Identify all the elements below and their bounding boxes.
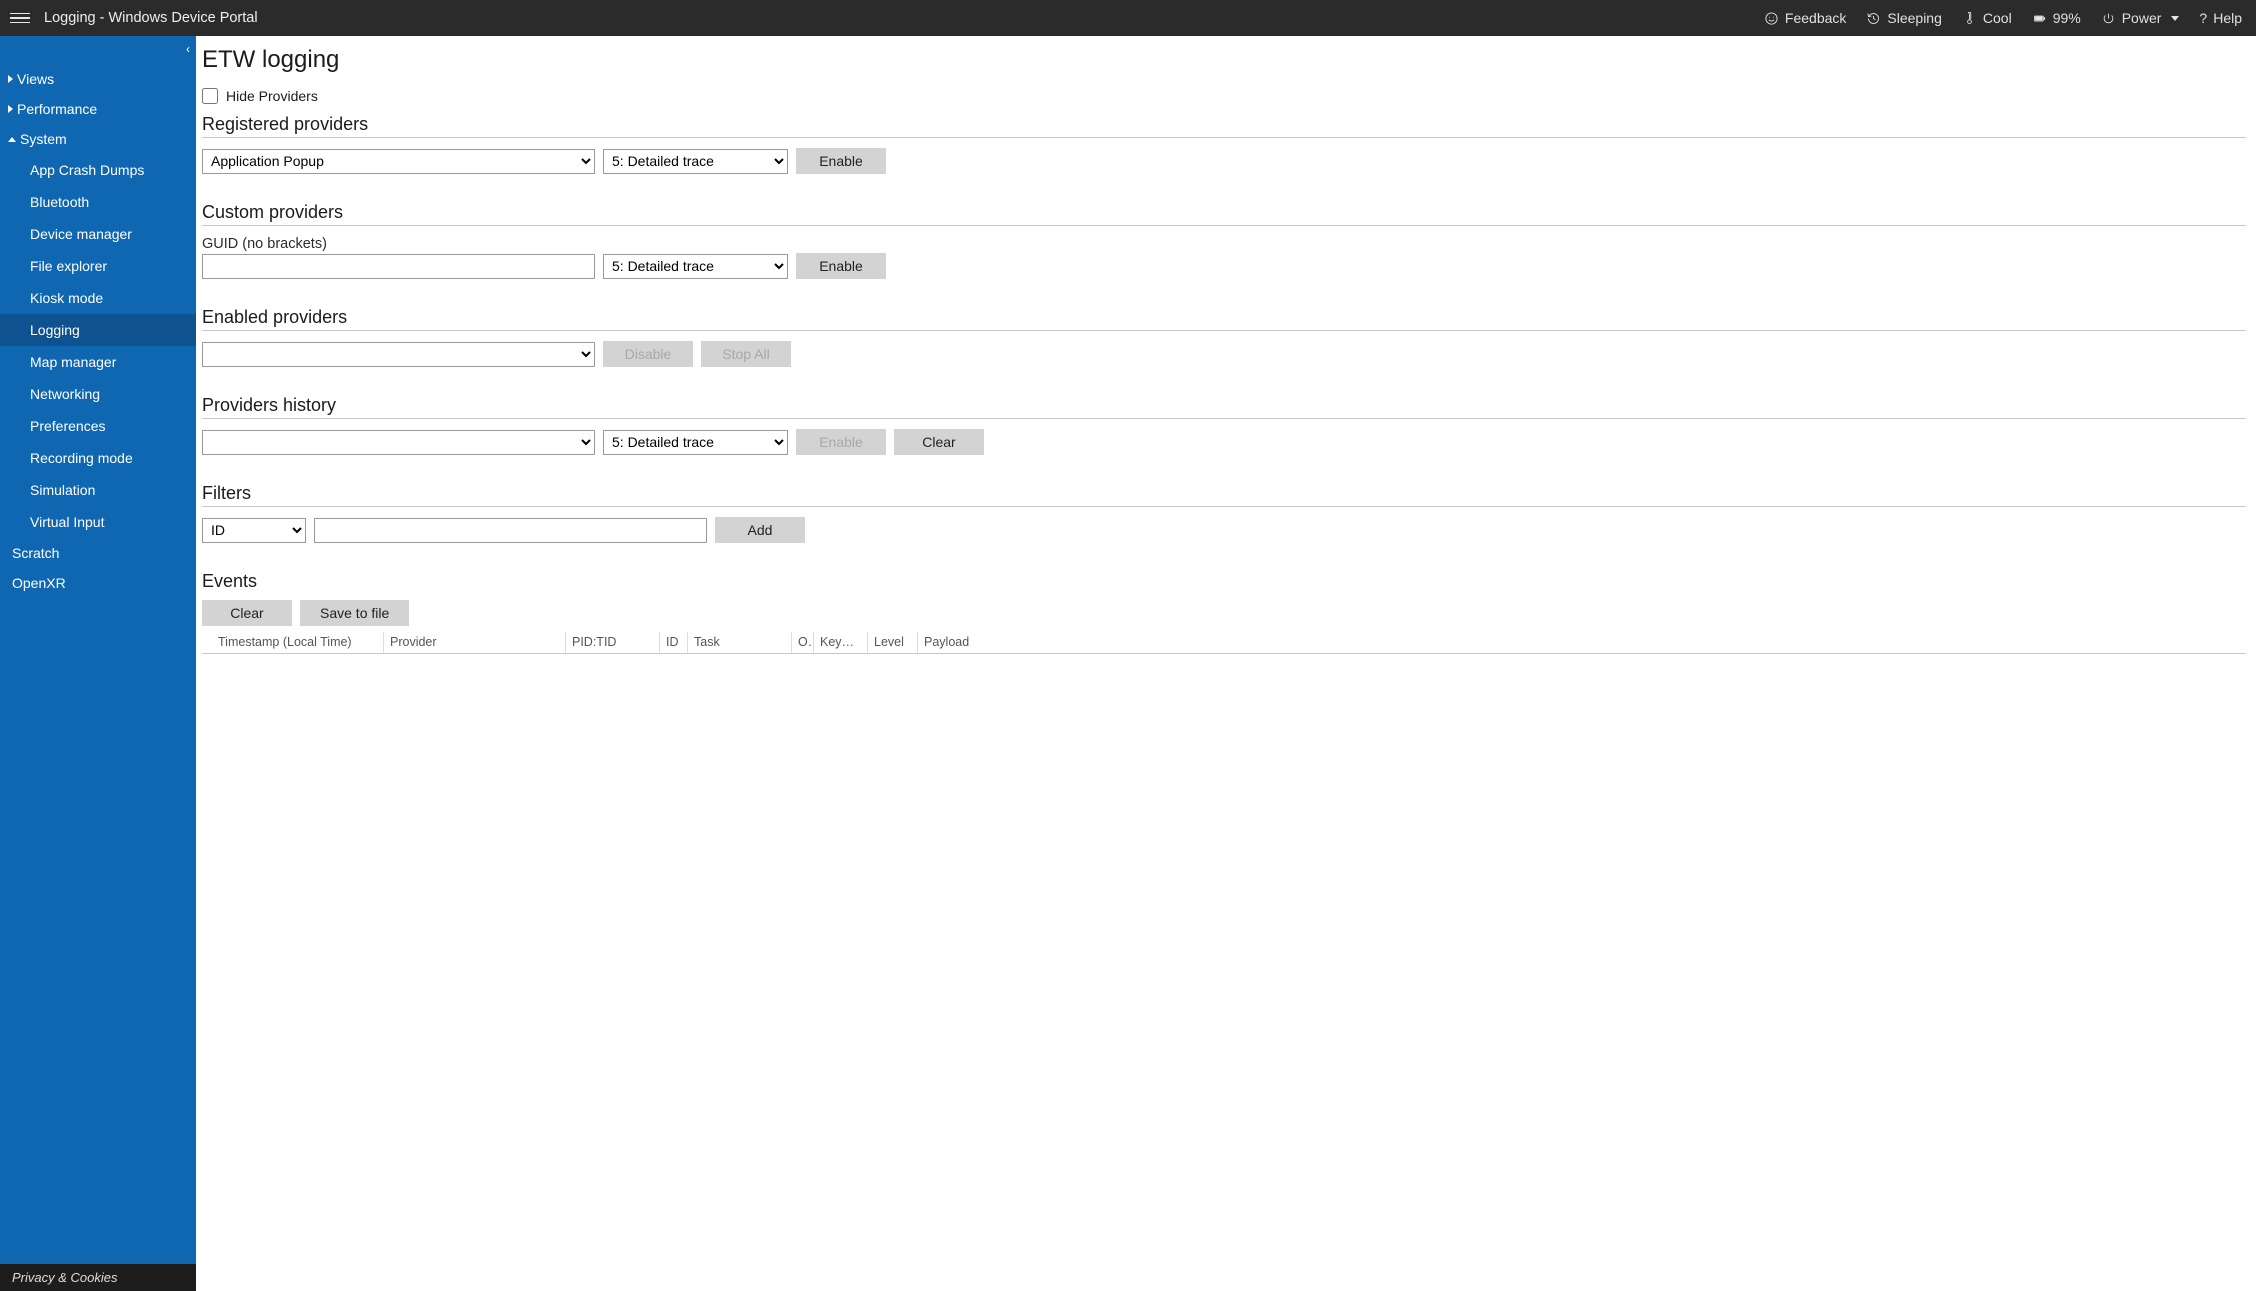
battery-label: 99% (2053, 10, 2081, 26)
filter-field-select[interactable]: ID (202, 518, 306, 543)
divider (202, 225, 2246, 226)
main-content: ETW logging Hide Providers Registered pr… (196, 36, 2256, 1291)
power-label: Power (2122, 10, 2162, 26)
events-table-header: Timestamp (Local Time) Provider PID:TID … (202, 632, 2246, 654)
window-title: Logging - Windows Device Portal (44, 10, 258, 26)
hamburger-icon[interactable] (10, 8, 30, 28)
custom-level-select[interactable]: 5: Detailed trace (603, 254, 788, 279)
nav-item-bluetooth[interactable]: Bluetooth (0, 186, 196, 218)
nav-item-openxr[interactable]: OpenXR (0, 568, 196, 598)
col-timestamp[interactable]: Timestamp (Local Time) (202, 632, 384, 653)
col-keyword[interactable]: Keyword (814, 632, 868, 653)
enabled-disable-button[interactable]: Disable (603, 341, 693, 367)
chevron-up-icon (8, 137, 16, 142)
help-label: Help (2213, 10, 2242, 26)
page-title: ETW logging (202, 46, 2246, 74)
guid-label: GUID (no brackets) (202, 236, 2246, 252)
col-pidtid[interactable]: PID:TID (566, 632, 660, 653)
chevron-right-icon (8, 75, 13, 83)
nav-item-device-manager[interactable]: Device manager (0, 218, 196, 250)
nav-item-app-crash-dumps[interactable]: App Crash Dumps (0, 154, 196, 186)
col-payload[interactable]: Payload (918, 632, 2246, 653)
history-icon (1866, 11, 1881, 26)
nav-item-recording-mode[interactable]: Recording mode (0, 442, 196, 474)
enabled-provider-select[interactable] (202, 342, 595, 367)
nav-item-preferences[interactable]: Preferences (0, 410, 196, 442)
chevron-down-icon (2171, 16, 2179, 21)
nav-item-kiosk-mode[interactable]: Kiosk mode (0, 282, 196, 314)
chevron-right-icon (8, 105, 13, 113)
nav-group-performance[interactable]: Performance (0, 94, 196, 124)
nav-item-map-manager[interactable]: Map manager (0, 346, 196, 378)
nav-item-networking[interactable]: Networking (0, 378, 196, 410)
events-save-button[interactable]: Save to file (300, 600, 409, 626)
divider (202, 418, 2246, 419)
nav-item-scratch[interactable]: Scratch (0, 538, 196, 568)
registered-provider-select[interactable]: Application Popup (202, 149, 595, 174)
thermometer-icon (1962, 11, 1977, 26)
feedback-label: Feedback (1785, 10, 1846, 26)
sleep-status: Sleeping (1866, 10, 1942, 26)
question-icon: ? (2199, 10, 2207, 26)
help-button[interactable]: ? Help (2199, 10, 2242, 26)
battery-icon (2032, 11, 2047, 26)
nav-group-system[interactable]: System (0, 124, 196, 154)
nav-item-simulation[interactable]: Simulation (0, 474, 196, 506)
temperature-status: Cool (1962, 10, 2012, 26)
events-table: Timestamp (Local Time) Provider PID:TID … (202, 632, 2246, 654)
power-menu[interactable]: Power (2101, 10, 2180, 26)
col-id[interactable]: ID (660, 632, 688, 653)
divider (202, 330, 2246, 331)
filter-value-input[interactable] (314, 518, 707, 543)
divider (202, 137, 2246, 138)
collapse-sidebar-button[interactable]: ‹ (186, 42, 190, 56)
registered-level-select[interactable]: 5: Detailed trace (603, 149, 788, 174)
col-opcode[interactable]: O... (792, 632, 814, 653)
history-level-select[interactable]: 5: Detailed trace (603, 430, 788, 455)
history-enable-button[interactable]: Enable (796, 429, 886, 455)
filters-heading: Filters (202, 483, 2246, 506)
hide-providers-checkbox[interactable] (202, 88, 218, 104)
nav-group-views[interactable]: Views (0, 64, 196, 94)
enabled-providers-heading: Enabled providers (202, 307, 2246, 330)
custom-enable-button[interactable]: Enable (796, 253, 886, 279)
hide-providers-label: Hide Providers (226, 88, 318, 104)
registered-enable-button[interactable]: Enable (796, 148, 886, 174)
smiley-icon (1764, 11, 1779, 26)
nav-item-virtual-input[interactable]: Virtual Input (0, 506, 196, 538)
feedback-button[interactable]: Feedback (1764, 10, 1846, 26)
nav-item-logging[interactable]: Logging (0, 314, 196, 346)
battery-status: 99% (2032, 10, 2081, 26)
top-bar: Logging - Windows Device Portal Feedback… (0, 0, 2256, 36)
sidebar: ‹ Views Performance System App Crash Dum… (0, 36, 196, 1291)
temp-label: Cool (1983, 10, 2012, 26)
nav-group-label: Performance (17, 101, 97, 117)
power-icon (2101, 11, 2116, 26)
col-level[interactable]: Level (868, 632, 918, 653)
col-task[interactable]: Task (688, 632, 792, 653)
filter-add-button[interactable]: Add (715, 517, 805, 543)
col-provider[interactable]: Provider (384, 632, 566, 653)
nav-group-label: Views (17, 71, 54, 87)
custom-guid-input[interactable] (202, 254, 595, 279)
events-clear-button[interactable]: Clear (202, 600, 292, 626)
providers-history-heading: Providers history (202, 395, 2246, 418)
hide-providers-checkbox-row[interactable]: Hide Providers (202, 88, 2246, 104)
sleep-label: Sleeping (1887, 10, 1942, 26)
custom-providers-heading: Custom providers (202, 202, 2246, 225)
registered-providers-heading: Registered providers (202, 114, 2246, 137)
events-heading: Events (202, 571, 2246, 594)
history-clear-button[interactable]: Clear (894, 429, 984, 455)
privacy-cookies-link[interactable]: Privacy & Cookies (0, 1264, 196, 1291)
nav-group-label: System (20, 131, 67, 147)
history-provider-select[interactable] (202, 430, 595, 455)
enabled-stop-all-button[interactable]: Stop All (701, 341, 791, 367)
nav-item-file-explorer[interactable]: File explorer (0, 250, 196, 282)
divider (202, 506, 2246, 507)
